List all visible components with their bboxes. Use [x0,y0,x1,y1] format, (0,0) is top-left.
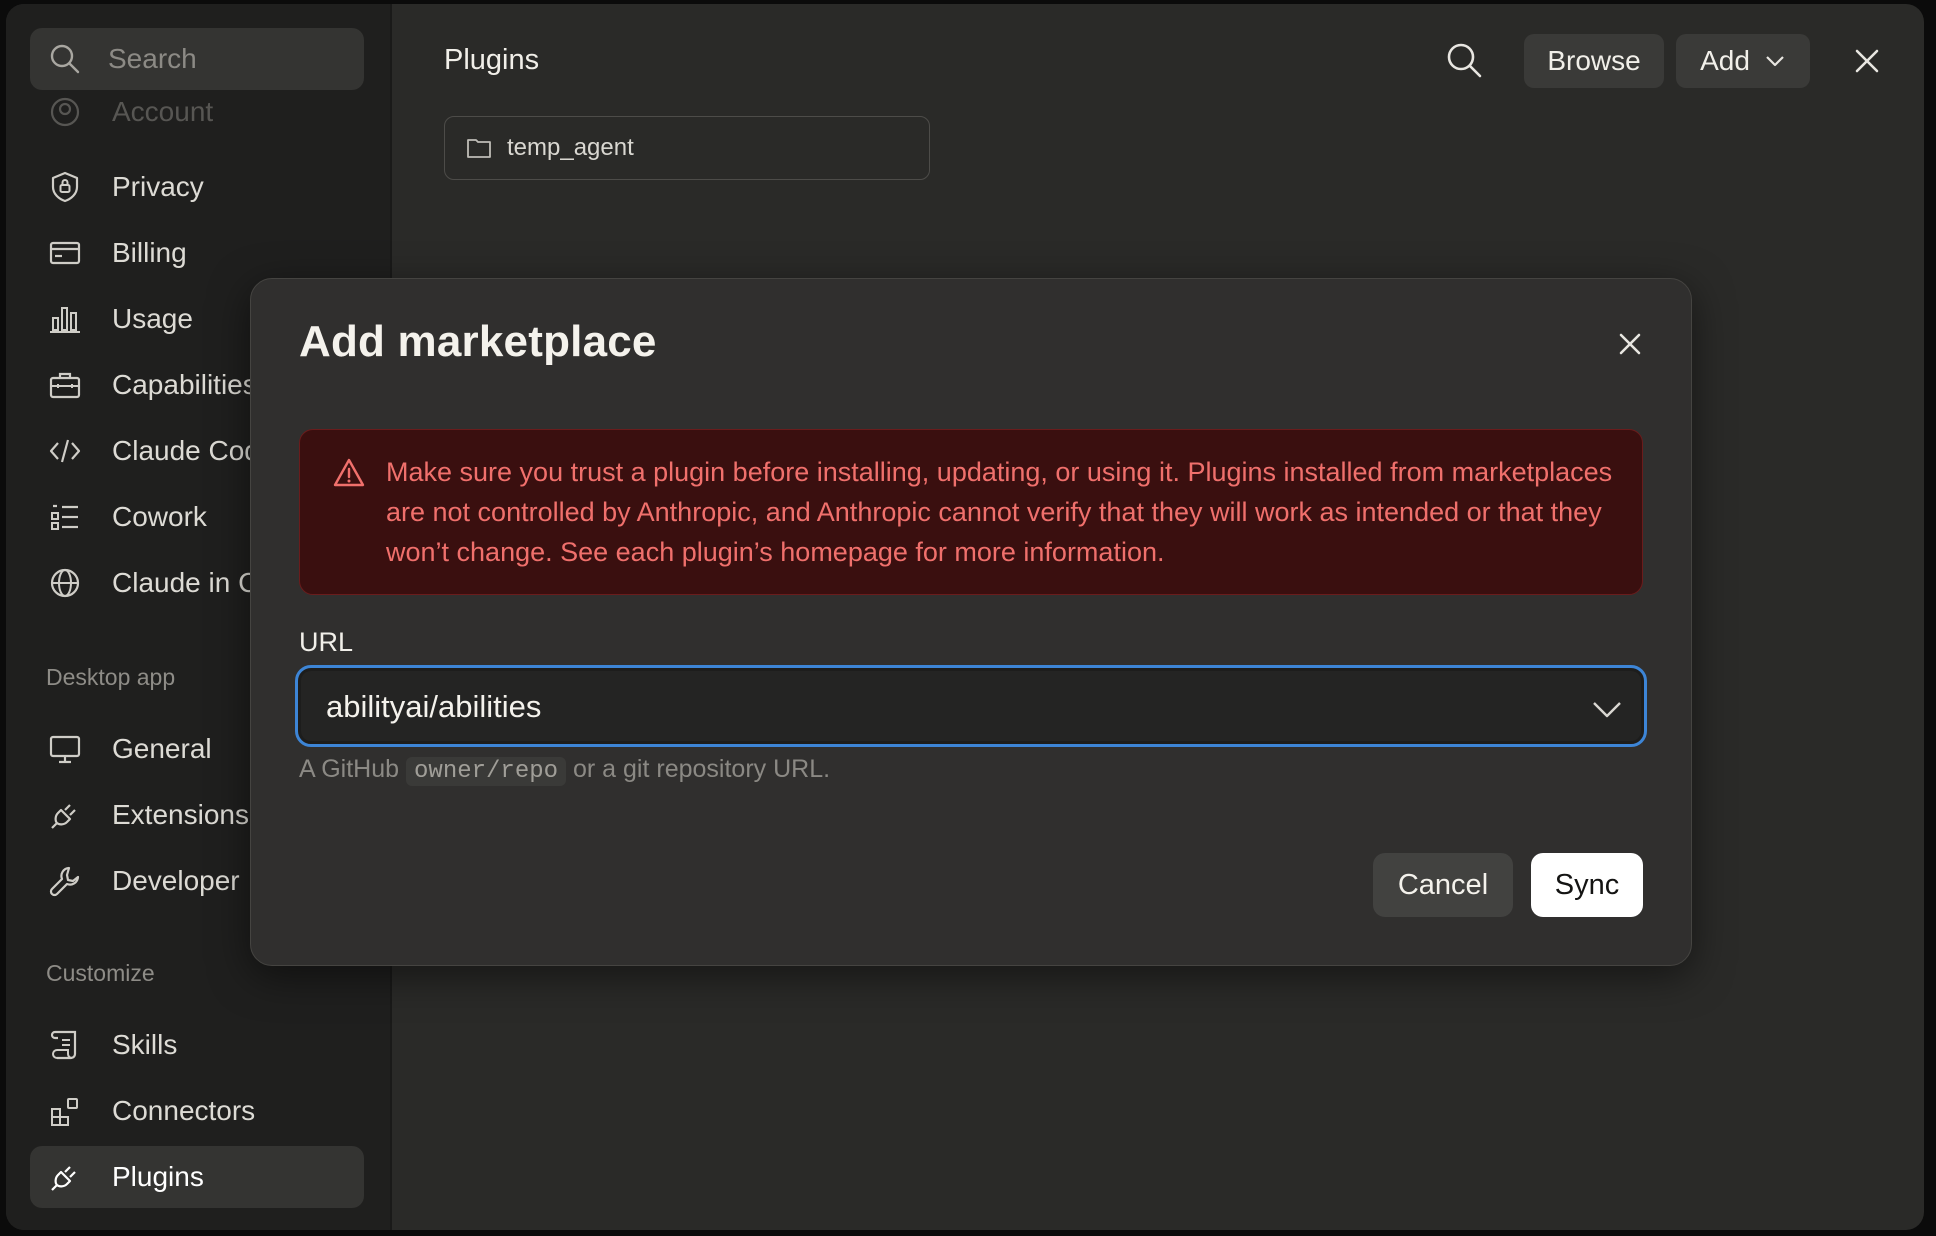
folder-chip[interactable]: temp_agent [444,116,930,180]
checklist-icon [48,500,82,534]
sidebar-item-label: Capabilities [112,369,257,400]
sidebar-item-label: Cowork [112,501,207,532]
warning-text: Make sure you trust a plugin before inst… [386,457,1613,567]
warning-triangle-icon [332,456,366,490]
sidebar-item-label: General [112,733,212,764]
sidebar-item-billing[interactable]: Billing [30,222,364,284]
sidebar-item-label: Privacy [112,171,204,202]
section-label-customize: Customize [46,960,155,986]
monitor-icon [48,732,82,766]
briefcase-icon [48,368,82,402]
dialog-title: Add marketplace [299,317,657,366]
sidebar-item-label: Connectors [112,1095,256,1126]
url-input[interactable] [324,682,1528,732]
add-dropdown-button[interactable]: Add [1676,34,1810,88]
trust-warning-banner: Make sure you trust a plugin before inst… [299,429,1643,595]
url-label: URL [299,627,354,657]
plug-icon [48,1160,82,1194]
helper-prefix: A GitHub [299,755,400,783]
add-button-label: Add [1700,45,1750,76]
sidebar-item-plugins[interactable]: Plugins [30,1146,364,1208]
sidebar-item-account[interactable]: Account [30,90,364,134]
folder-icon [465,134,507,162]
sidebar-item-label: Billing [112,237,187,268]
code-icon [48,434,82,468]
chevron-down-icon [1764,50,1786,72]
close-icon[interactable] [1613,327,1647,361]
sidebar-item-skills[interactable]: Skills [30,1014,364,1076]
search-icon[interactable] [1444,40,1484,80]
section-label-desktop-app: Desktop app [46,664,176,690]
sidebar-item-label: Skills [112,1029,178,1060]
sidebar-item-label: Usage [112,303,193,334]
search-icon [48,42,82,76]
add-marketplace-dialog: Add marketplace Make sure you trust a pl… [250,278,1692,966]
page-title: Plugins [444,44,540,76]
cancel-button[interactable]: Cancel [1373,853,1513,917]
close-icon[interactable] [1850,44,1884,78]
helper-code: owner/repo [406,757,567,786]
sidebar-item-label: Account [112,96,214,127]
sync-button[interactable]: Sync [1531,853,1643,917]
wrench-icon [48,864,82,898]
user-circle-icon [48,95,82,129]
folder-chip-label: temp_agent [507,134,634,161]
sidebar-item-label: Extensions [112,799,249,830]
credit-card-icon [48,236,82,270]
settings-window: Search Account Privacy Billing Usage Cap… [6,4,1924,1230]
search-field[interactable]: Search [30,28,364,90]
bar-chart-icon [48,302,82,336]
scroll-icon [48,1028,82,1062]
helper-suffix: or a git repository URL. [573,755,831,783]
url-helper-text: A GitHub owner/repo or a git repository … [299,755,831,786]
url-combobox[interactable] [295,665,1647,747]
chevron-down-icon[interactable] [1590,692,1624,726]
plug-icon [48,798,82,832]
globe-icon [48,566,82,600]
shield-lock-icon [48,170,82,204]
sidebar-item-connectors[interactable]: Connectors [30,1080,364,1142]
browse-button[interactable]: Browse [1524,34,1664,88]
grid-plus-icon [48,1094,82,1128]
sidebar-item-label: Plugins [112,1161,204,1192]
sidebar-item-privacy[interactable]: Privacy [30,156,364,218]
sidebar-item-label: Developer [112,865,240,896]
search-placeholder: Search [108,43,197,74]
